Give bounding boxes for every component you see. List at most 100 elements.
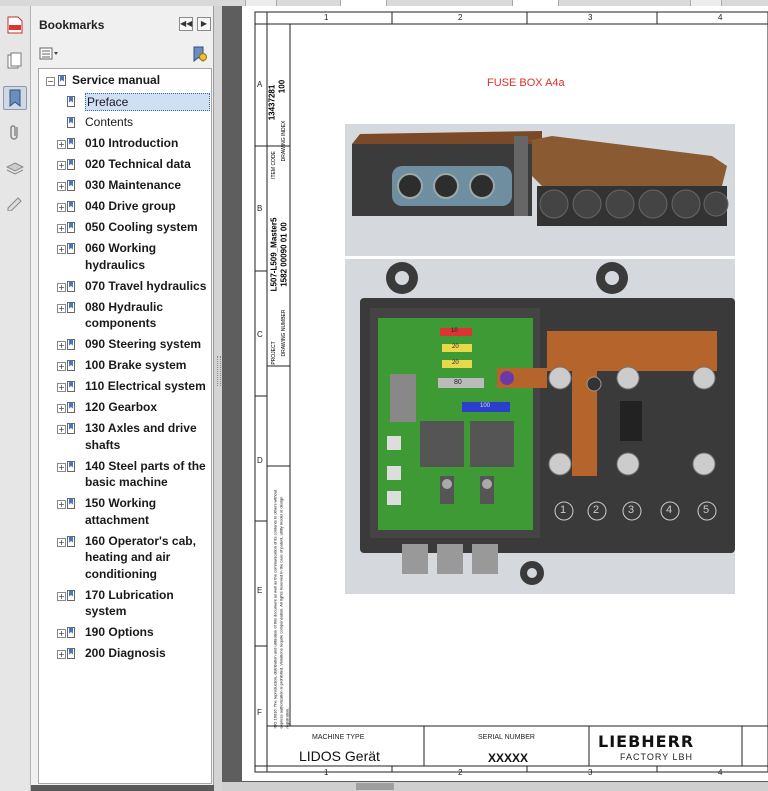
bookmark-icon bbox=[67, 380, 75, 392]
bookmark-icon bbox=[67, 221, 75, 233]
expand-icon[interactable]: + bbox=[57, 341, 66, 350]
expand-icon[interactable]: + bbox=[57, 425, 66, 434]
horizontal-scrollbar[interactable] bbox=[222, 782, 768, 791]
expand-icon[interactable]: + bbox=[57, 203, 66, 212]
collapse-panel-icon[interactable]: ◀◀ bbox=[179, 17, 193, 31]
bookmark-item[interactable]: +090 Steering system bbox=[39, 336, 211, 357]
legal-notice: registration. bbox=[284, 707, 290, 729]
item-code-label: ITEM CODE bbox=[271, 151, 277, 179]
bookmark-item[interactable]: +170 Lubrication system bbox=[39, 587, 211, 624]
bookmark-label: 060 Working bbox=[85, 241, 157, 255]
page-thumbnails-icon[interactable] bbox=[4, 50, 26, 72]
bookmark-item[interactable]: +010 Introduction bbox=[39, 135, 211, 156]
bookmark-label: 090 Steering system bbox=[85, 337, 202, 351]
drawing-index: 100 bbox=[277, 79, 287, 94]
bookmark-item[interactable]: Preface bbox=[39, 93, 211, 114]
bookmark-item[interactable]: +040 Drive group bbox=[39, 198, 211, 219]
expand-icon[interactable]: + bbox=[57, 161, 66, 170]
bookmark-item[interactable]: +160 Operator's cab, heating and air condi… bbox=[39, 533, 211, 587]
bookmark-item[interactable]: +120 Gearbox bbox=[39, 399, 211, 420]
column-number: 4 bbox=[718, 768, 723, 777]
expand-icon[interactable]: + bbox=[57, 245, 66, 254]
expand-icon[interactable]: + bbox=[57, 462, 66, 472]
expand-icon[interactable]: + bbox=[57, 591, 66, 601]
expand-icon[interactable]: + bbox=[57, 224, 66, 233]
bookmark-label: 140 Steel parts of the bbox=[85, 458, 206, 473]
expand-icon[interactable]: + bbox=[57, 650, 66, 659]
column-number: 2 bbox=[458, 768, 463, 777]
expand-icon[interactable]: + bbox=[57, 362, 66, 371]
pdf-file-icon[interactable] bbox=[4, 14, 26, 36]
column-number: 1 bbox=[324, 13, 329, 22]
expand-icon[interactable]: + bbox=[57, 404, 66, 413]
expand-icon[interactable]: + bbox=[57, 140, 66, 149]
terminal-number: 5 bbox=[703, 504, 710, 516]
bookmark-label: 110 Electrical system bbox=[85, 379, 206, 393]
expand-icon[interactable]: + bbox=[57, 383, 66, 392]
bookmark-item[interactable]: +110 Electrical system bbox=[39, 378, 211, 399]
bookmark-item[interactable]: +140 Steel parts of the basic machine bbox=[39, 458, 211, 495]
bookmark-icon bbox=[67, 338, 75, 350]
signatures-icon[interactable] bbox=[4, 192, 26, 214]
bookmark-icon bbox=[67, 589, 75, 601]
bookmark-icon bbox=[67, 242, 75, 254]
bookmark-label: hydraulics bbox=[85, 257, 146, 272]
legal-notice: ISO 16016: The reproduction, distributio… bbox=[272, 489, 278, 729]
serial-number: XXXXX bbox=[488, 751, 529, 765]
scrollbar-thumb[interactable] bbox=[356, 783, 394, 790]
bookmark-label: attachment bbox=[85, 512, 150, 527]
bookmark-item[interactable]: +050 Cooling system bbox=[39, 219, 211, 240]
bookmark-icon bbox=[67, 116, 75, 128]
machine-type-label: MACHINE TYPE bbox=[312, 734, 365, 741]
bookmarks-panel-icon[interactable] bbox=[3, 86, 27, 110]
bookmark-icon bbox=[67, 158, 75, 170]
column-number: 2 bbox=[458, 13, 463, 22]
bookmark-label: components bbox=[85, 316, 157, 330]
expand-icon[interactable]: + bbox=[57, 629, 66, 638]
bookmark-item[interactable]: +200 Diagnosis bbox=[39, 645, 211, 666]
bookmark-label: 160 Operator's cab, bbox=[85, 533, 196, 548]
terminal-number: 3 bbox=[628, 504, 635, 516]
fuse-label: 80 bbox=[454, 379, 462, 386]
bookmark-item[interactable]: +080 Hydraulic components bbox=[39, 299, 211, 336]
bookmark-item[interactable]: Contents bbox=[39, 114, 211, 135]
bookmark-icon bbox=[67, 95, 75, 107]
bookmark-label: 020 Technical data bbox=[85, 157, 191, 171]
bookmark-item[interactable]: +070 Travel hydraulics bbox=[39, 278, 211, 299]
bookmark-icon bbox=[67, 422, 75, 434]
options-menu-icon[interactable] bbox=[39, 47, 58, 61]
bookmark-item[interactable]: +190 Options bbox=[39, 624, 211, 645]
bookmark-item[interactable]: +060 Working hydraulics bbox=[39, 240, 211, 277]
terminal-number: 4 bbox=[666, 504, 673, 516]
bookmark-item[interactable]: − Service manual bbox=[39, 72, 211, 93]
bookmark-item[interactable]: +030 Maintenance bbox=[39, 177, 211, 198]
machine-type: LIDOS Gerät bbox=[299, 748, 380, 764]
panel-splitter[interactable] bbox=[214, 6, 222, 791]
expand-arrow-icon[interactable]: ▶ bbox=[197, 17, 211, 31]
bookmark-icon bbox=[67, 497, 75, 509]
legal-notice: express authorization is prohibited. Vio… bbox=[278, 496, 284, 729]
bookmark-icon bbox=[67, 401, 75, 413]
expand-icon[interactable]: + bbox=[57, 303, 66, 313]
expand-icon[interactable]: + bbox=[57, 500, 66, 509]
collapse-icon[interactable]: − bbox=[46, 77, 55, 86]
expand-icon[interactable]: + bbox=[57, 537, 66, 547]
bookmark-label: Contents bbox=[85, 115, 134, 129]
bookmark-item[interactable]: +020 Technical data bbox=[39, 156, 211, 177]
row-letter: C bbox=[257, 330, 263, 339]
bookmark-label: 150 Working bbox=[85, 496, 157, 510]
expand-icon[interactable]: + bbox=[57, 182, 66, 191]
bookmark-item[interactable]: +150 Working attachment bbox=[39, 495, 211, 532]
panel-title: Bookmarks bbox=[39, 18, 105, 32]
document-view: FUSE BOX A4a 1 2 3 4 1 2 3 4 A B C D E F… bbox=[222, 6, 768, 791]
navigation-rail bbox=[0, 6, 31, 791]
column-number: 4 bbox=[718, 13, 723, 22]
bookmark-item[interactable]: +130 Axles and drive shafts bbox=[39, 420, 211, 457]
expand-icon[interactable]: + bbox=[57, 282, 66, 292]
new-bookmark-icon[interactable] bbox=[191, 46, 207, 63]
row-letter: A bbox=[257, 80, 263, 89]
row-letter: D bbox=[257, 456, 263, 465]
bookmark-item[interactable]: +100 Brake system bbox=[39, 357, 211, 378]
layers-icon[interactable] bbox=[4, 158, 26, 180]
attachments-icon[interactable] bbox=[4, 122, 26, 144]
